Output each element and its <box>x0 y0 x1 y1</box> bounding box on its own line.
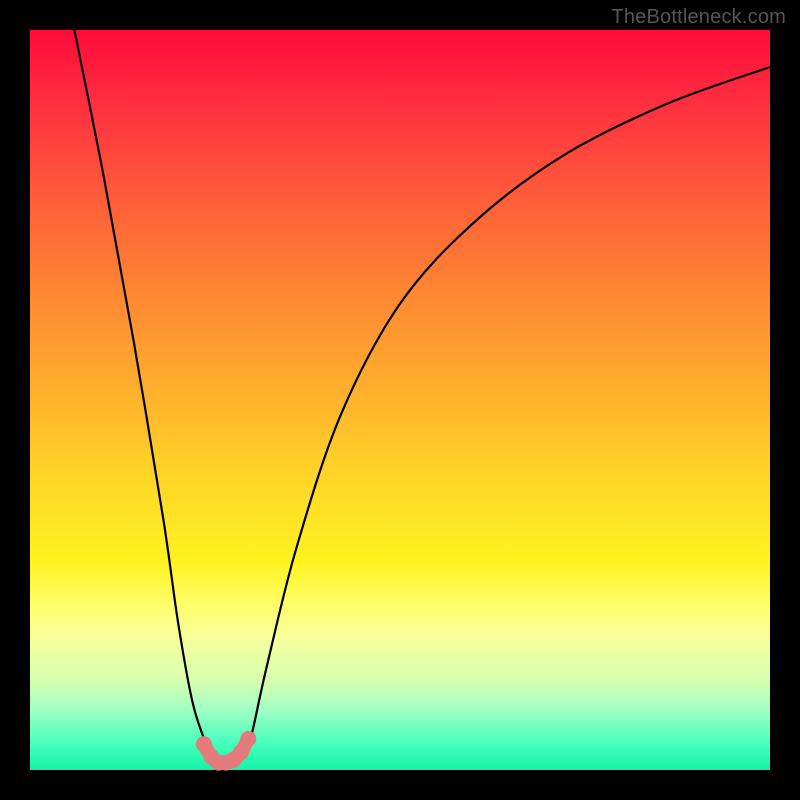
highlight-dot <box>240 731 256 747</box>
highlight-band <box>196 731 256 771</box>
bottleneck-curve <box>74 30 770 767</box>
curve-svg <box>30 30 770 770</box>
watermark-text: TheBottleneck.com <box>611 6 786 29</box>
bottleneck-curve-path <box>74 30 770 767</box>
plot-area <box>30 30 770 770</box>
chart-frame: TheBottleneck.com <box>0 0 800 800</box>
